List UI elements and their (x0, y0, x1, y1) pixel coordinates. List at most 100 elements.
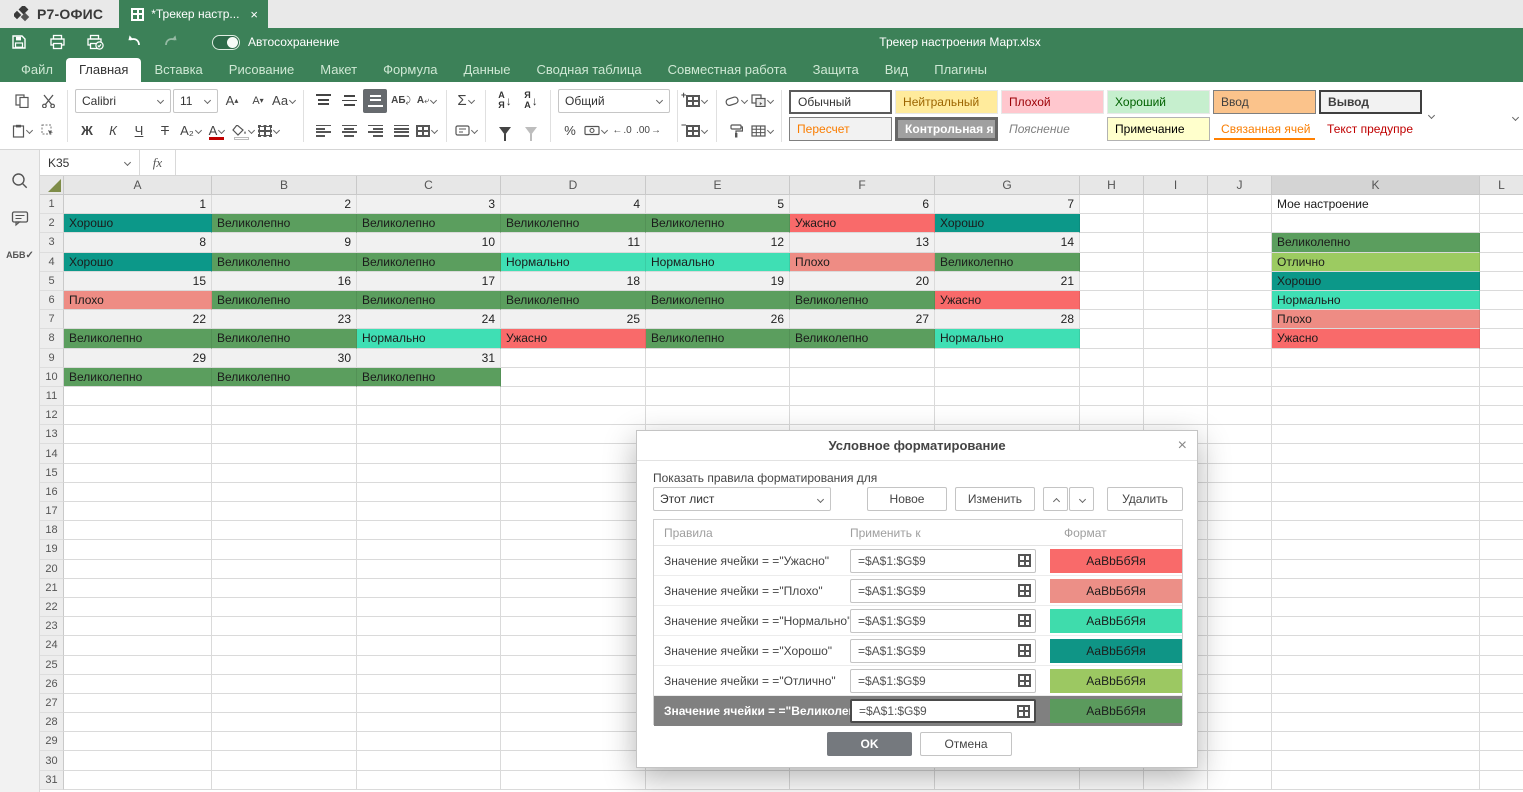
menu-tab-Вид[interactable]: Вид (872, 58, 922, 82)
cell-C1[interactable]: 3 (357, 195, 501, 214)
select-range-icon[interactable] (1018, 674, 1031, 687)
row-header-26[interactable]: 26 (40, 675, 64, 694)
cell-G4[interactable]: Великолепно (935, 253, 1080, 272)
cell-H9[interactable] (1080, 349, 1144, 368)
select-range-icon[interactable] (1018, 644, 1031, 657)
delete-cells-button[interactable]: − (685, 119, 709, 143)
cell-I10[interactable] (1144, 368, 1208, 387)
cell-B25[interactable] (212, 656, 357, 675)
cell-style-Хороший[interactable]: Хороший (1107, 90, 1210, 114)
cell-K8[interactable]: Ужасно (1272, 329, 1480, 348)
cell-L20[interactable] (1480, 560, 1523, 579)
move-rule-down-button[interactable] (1069, 487, 1094, 511)
cell-B16[interactable] (212, 483, 357, 502)
row-header-17[interactable]: 17 (40, 502, 64, 521)
cell-H4[interactable] (1080, 253, 1144, 272)
cell-style-Текст предупре[interactable]: Текст предупре (1319, 117, 1422, 141)
column-header-K[interactable]: K (1272, 176, 1480, 194)
cell-B3[interactable]: 9 (212, 233, 357, 252)
cell-L30[interactable] (1480, 751, 1523, 770)
autosave-toggle[interactable] (212, 35, 240, 50)
rule-range-input[interactable]: =$A$1:$G$9 (850, 579, 1036, 603)
select-range-icon[interactable] (1018, 584, 1031, 597)
cell-H7[interactable] (1080, 310, 1144, 329)
cell-J6[interactable] (1208, 291, 1272, 310)
cell-K26[interactable] (1272, 675, 1480, 694)
cell-K13[interactable] (1272, 425, 1480, 444)
comments-button[interactable] (0, 210, 40, 227)
cell-D30[interactable] (501, 751, 646, 770)
cell-H1[interactable] (1080, 195, 1144, 214)
cell-A8[interactable]: Великолепно (64, 329, 212, 348)
cell-I7[interactable] (1144, 310, 1208, 329)
cell-A22[interactable] (64, 598, 212, 617)
tab-close-icon[interactable]: × (250, 8, 258, 21)
row-header-22[interactable]: 22 (40, 598, 64, 617)
text-orientation-button[interactable]: АБ⤸ (389, 89, 413, 113)
cell-B12[interactable] (212, 406, 357, 425)
cell-A1[interactable]: 1 (64, 195, 212, 214)
cell-D6[interactable]: Великолепно (501, 291, 646, 310)
cell-G12[interactable] (935, 406, 1080, 425)
cell-B19[interactable] (212, 540, 357, 559)
cell-L19[interactable] (1480, 540, 1523, 559)
cell-D16[interactable] (501, 483, 646, 502)
cell-K30[interactable] (1272, 751, 1480, 770)
cell-J28[interactable] (1208, 713, 1272, 732)
cell-D19[interactable] (501, 540, 646, 559)
cell-L1[interactable] (1480, 195, 1523, 214)
cell-A12[interactable] (64, 406, 212, 425)
cell-I6[interactable] (1144, 291, 1208, 310)
row-header-5[interactable]: 5 (40, 272, 64, 291)
merge-cells-button[interactable] (415, 119, 439, 143)
cell-J27[interactable] (1208, 694, 1272, 713)
cell-K14[interactable] (1272, 444, 1480, 463)
cell-A3[interactable]: 8 (64, 233, 212, 252)
align-bottom-button[interactable] (363, 89, 387, 113)
row-header-27[interactable]: 27 (40, 694, 64, 713)
cell-L7[interactable] (1480, 310, 1523, 329)
cell-A20[interactable] (64, 560, 212, 579)
cell-K31[interactable] (1272, 771, 1480, 790)
row-header-29[interactable]: 29 (40, 732, 64, 751)
cell-D12[interactable] (501, 406, 646, 425)
rule-range-input[interactable]: =$A$1:$G$9 (850, 609, 1036, 633)
rule-range-input[interactable]: =$A$1:$G$9 (850, 669, 1036, 693)
cell-style-Ввод[interactable]: Ввод (1213, 90, 1316, 114)
cell-C10[interactable]: Великолепно (357, 368, 501, 387)
cell-L26[interactable] (1480, 675, 1523, 694)
cell-L29[interactable] (1480, 732, 1523, 751)
cell-J2[interactable] (1208, 214, 1272, 233)
cell-L14[interactable] (1480, 444, 1523, 463)
select-range-icon[interactable] (1018, 614, 1031, 627)
cell-F12[interactable] (790, 406, 935, 425)
menu-tab-Файл[interactable]: Файл (8, 58, 66, 82)
cell-L21[interactable] (1480, 579, 1523, 598)
column-header-D[interactable]: D (501, 176, 646, 194)
cell-J11[interactable] (1208, 387, 1272, 406)
cell-A2[interactable]: Хорошо (64, 214, 212, 233)
cell-G3[interactable]: 14 (935, 233, 1080, 252)
cell-D28[interactable] (501, 713, 646, 732)
scope-select[interactable]: Этот лист (653, 487, 831, 511)
column-header-F[interactable]: F (790, 176, 935, 194)
row-header-16[interactable]: 16 (40, 483, 64, 502)
row-header-25[interactable]: 25 (40, 656, 64, 675)
cell-H12[interactable] (1080, 406, 1144, 425)
cell-C18[interactable] (357, 521, 501, 540)
cell-J25[interactable] (1208, 656, 1272, 675)
cell-E1[interactable]: 5 (646, 195, 790, 214)
column-header-L[interactable]: L (1480, 176, 1523, 194)
cell-I1[interactable] (1144, 195, 1208, 214)
cell-K21[interactable] (1272, 579, 1480, 598)
row-header-21[interactable]: 21 (40, 579, 64, 598)
cell-J19[interactable] (1208, 540, 1272, 559)
bold-button[interactable]: Ж (75, 119, 99, 143)
cell-I2[interactable] (1144, 214, 1208, 233)
cell-B11[interactable] (212, 387, 357, 406)
font-name-select[interactable]: Calibri (75, 89, 171, 113)
underline-button[interactable]: Ч (127, 119, 151, 143)
cell-B18[interactable] (212, 521, 357, 540)
cell-K27[interactable] (1272, 694, 1480, 713)
cell-A31[interactable] (64, 771, 212, 790)
